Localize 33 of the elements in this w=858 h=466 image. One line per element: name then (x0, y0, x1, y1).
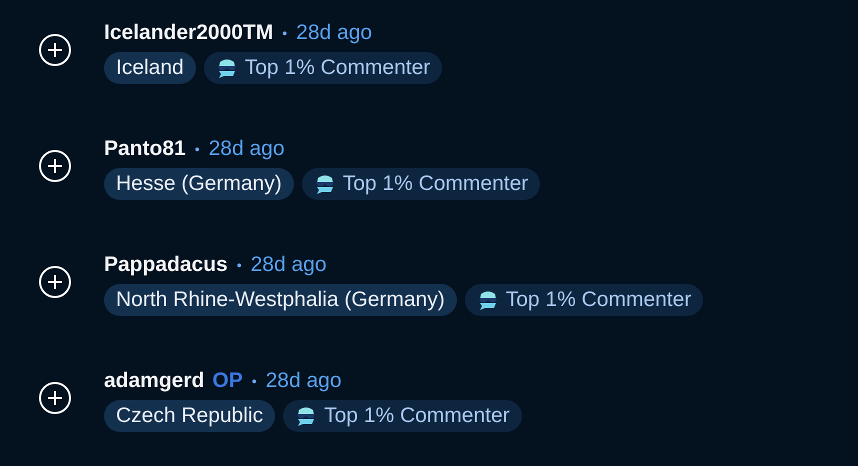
timestamp[interactable]: 28d ago (266, 369, 342, 393)
achievement-label: Top 1% Commenter (506, 288, 692, 312)
plus-circle-icon (38, 149, 72, 183)
expand-button[interactable] (38, 265, 72, 299)
sunglasses-badge-icon (476, 290, 499, 310)
username[interactable]: adamgerd (104, 369, 204, 393)
achievement-label: Top 1% Commenter (244, 56, 430, 80)
expand-button[interactable] (38, 33, 72, 67)
plus-circle-icon (38, 265, 72, 299)
separator-dot: • (236, 257, 242, 273)
plus-circle-icon (38, 381, 72, 415)
separator-dot: • (194, 141, 200, 157)
sunglasses-badge-icon (295, 406, 318, 426)
expand-button[interactable] (38, 381, 72, 415)
username[interactable]: Pappadacus (104, 253, 228, 277)
expand-button[interactable] (38, 149, 72, 183)
user-flair: Iceland (104, 52, 196, 84)
sunglasses-badge-icon (314, 174, 336, 194)
timestamp[interactable]: 28d ago (296, 21, 372, 45)
user-flair: Hesse (Germany) (104, 168, 294, 200)
timestamp[interactable]: 28d ago (250, 253, 327, 277)
user-flair: North Rhine-Westphalia (Germany) (104, 284, 457, 316)
achievement-label: Top 1% Commenter (342, 172, 528, 196)
timestamp[interactable]: 28d ago (208, 137, 285, 161)
sunglasses-badge-icon (216, 58, 238, 78)
separator-dot: • (282, 25, 288, 41)
user-flair: Czech Republic (104, 400, 276, 432)
achievement-label: Top 1% Commenter (324, 404, 510, 428)
op-label: OP (212, 369, 243, 393)
plus-circle-icon (38, 33, 72, 67)
username[interactable]: Icelander2000TM (104, 21, 274, 45)
username[interactable]: Panto81 (104, 137, 186, 161)
separator-dot: • (252, 373, 257, 389)
